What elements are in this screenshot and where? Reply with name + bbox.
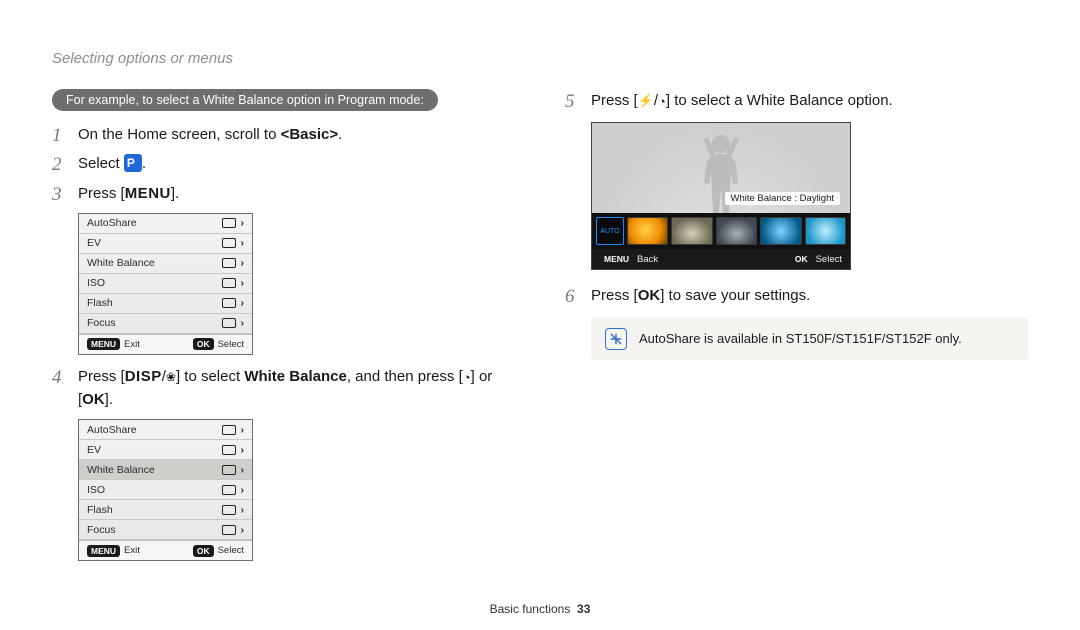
ok-btn-box: OK: [193, 338, 214, 350]
step-text: Press [: [78, 185, 125, 202]
wb-option-fluorescent: [805, 217, 846, 245]
flash-icon: [222, 298, 236, 308]
timer-icon: [658, 92, 666, 109]
menu-row: EV: [79, 234, 252, 254]
page-footer: Basic functions 33: [0, 602, 1080, 616]
wb-tag-label: White Balance : Daylight: [725, 192, 841, 205]
menu-row: Focus: [79, 520, 252, 540]
example-callout-pill: For example, to select a White Balance o…: [52, 89, 438, 111]
preview-image-area: White Balance : Daylight: [592, 123, 850, 213]
step-3: 3 Press [MENU].: [52, 182, 515, 205]
menu-btn-box: MENU: [600, 253, 633, 265]
focus-icon: [222, 318, 236, 328]
wb-icon: [222, 258, 236, 268]
wb-option-cloudy2: [716, 217, 757, 245]
step-4: 4 Press [DISP/] to select White Balance,…: [52, 365, 515, 412]
menu-button-label: MENU: [125, 182, 171, 205]
note-icon: [605, 328, 627, 350]
menu-row: ISO: [79, 274, 252, 294]
step-number: 4: [52, 363, 62, 392]
breadcrumb-section-title: Selecting options or menus: [52, 50, 1028, 67]
menu-row-highlighted: White Balance: [79, 460, 252, 480]
menu-btn-box: MENU: [87, 545, 120, 557]
step-6: 6 Press [OK] to save your settings.: [565, 284, 1028, 307]
flash-icon: [638, 92, 654, 109]
right-column: 5 Press [/] to select a White Balance op…: [565, 89, 1028, 571]
disp-button-label: DISP: [125, 368, 162, 385]
ok-btn-box: OK: [193, 545, 214, 557]
iso-icon: [222, 485, 236, 495]
timer-icon: [463, 368, 471, 385]
chevron-right-icon: [241, 424, 245, 436]
ok-btn-box: OK: [791, 253, 812, 265]
wb-option-daylight: [627, 217, 668, 245]
menu-footer: MENUExit OKSelect: [79, 540, 252, 560]
wb-option-auto: AUTO: [596, 217, 624, 245]
chevron-right-icon: [241, 524, 245, 536]
iso-icon: [222, 278, 236, 288]
menu-row: Flash: [79, 294, 252, 314]
menu-row: EV: [79, 440, 252, 460]
step-5: 5 Press [/] to select a White Balance op…: [565, 89, 1028, 112]
step-bold: <Basic>: [281, 126, 339, 143]
chevron-right-icon: [241, 317, 245, 329]
info-note: AutoShare is available in ST150F/ST151F/…: [591, 318, 1028, 360]
menu-row: AutoShare: [79, 420, 252, 440]
ok-button-label: OK: [82, 391, 105, 408]
step-number: 2: [52, 150, 62, 179]
chevron-right-icon: [241, 297, 245, 309]
camera-menu-screenshot-2: AutoShare EV White Balance ISO Flash Foc…: [78, 419, 253, 561]
footer-section: Basic functions: [490, 602, 571, 616]
wb-option-tungsten: [760, 217, 801, 245]
steps-list-right: 5 Press [/] to select a White Balance op…: [565, 89, 1028, 308]
autoshare-icon: [222, 425, 236, 435]
step-number: 1: [52, 121, 62, 150]
chevron-right-icon: [241, 277, 245, 289]
step-number: 5: [565, 87, 575, 116]
flash-icon: [222, 505, 236, 515]
camera-preview-screenshot: White Balance : Daylight AUTO MENUBack O…: [591, 122, 851, 270]
chevron-right-icon: [241, 237, 245, 249]
camera-menu-screenshot-1: AutoShare EV White Balance ISO Flash Foc…: [78, 213, 253, 355]
chevron-right-icon: [241, 217, 245, 229]
chevron-right-icon: [241, 464, 245, 476]
wb-option-cloudy: [671, 217, 712, 245]
menu-row: ISO: [79, 480, 252, 500]
menu-footer: MENUExit OKSelect: [79, 334, 252, 354]
menu-row: White Balance: [79, 254, 252, 274]
wb-option-strip: AUTO: [592, 213, 850, 249]
menu-btn-box: MENU: [87, 338, 120, 350]
step-1: 1 On the Home screen, scroll to <Basic>.: [52, 123, 515, 146]
page-number: 33: [577, 602, 590, 616]
step-text: Select: [78, 155, 124, 172]
ev-icon: [222, 445, 236, 455]
chevron-right-icon: [241, 257, 245, 269]
note-text: AutoShare is available in ST150F/ST151F/…: [639, 331, 962, 346]
menu-row: AutoShare: [79, 214, 252, 234]
steps-list-left: 1 On the Home screen, scroll to <Basic>.…: [52, 123, 515, 561]
autoshare-icon: [222, 218, 236, 228]
wb-icon: [222, 465, 236, 475]
menu-row: Flash: [79, 500, 252, 520]
step-number: 6: [565, 282, 575, 311]
step-2: 2 Select .: [52, 152, 515, 175]
chevron-right-icon: [241, 504, 245, 516]
macro-icon: [166, 368, 176, 385]
menu-row: Focus: [79, 314, 252, 334]
step-text: On the Home screen, scroll to: [78, 126, 281, 143]
chevron-right-icon: [241, 444, 245, 456]
preview-footer: MENUBack OKSelect: [592, 249, 850, 269]
ev-icon: [222, 238, 236, 248]
chevron-right-icon: [241, 484, 245, 496]
ok-button-label: OK: [638, 287, 661, 304]
left-column: For example, to select a White Balance o…: [52, 89, 515, 571]
step-number: 3: [52, 180, 62, 209]
focus-icon: [222, 525, 236, 535]
program-mode-icon: [124, 154, 142, 172]
